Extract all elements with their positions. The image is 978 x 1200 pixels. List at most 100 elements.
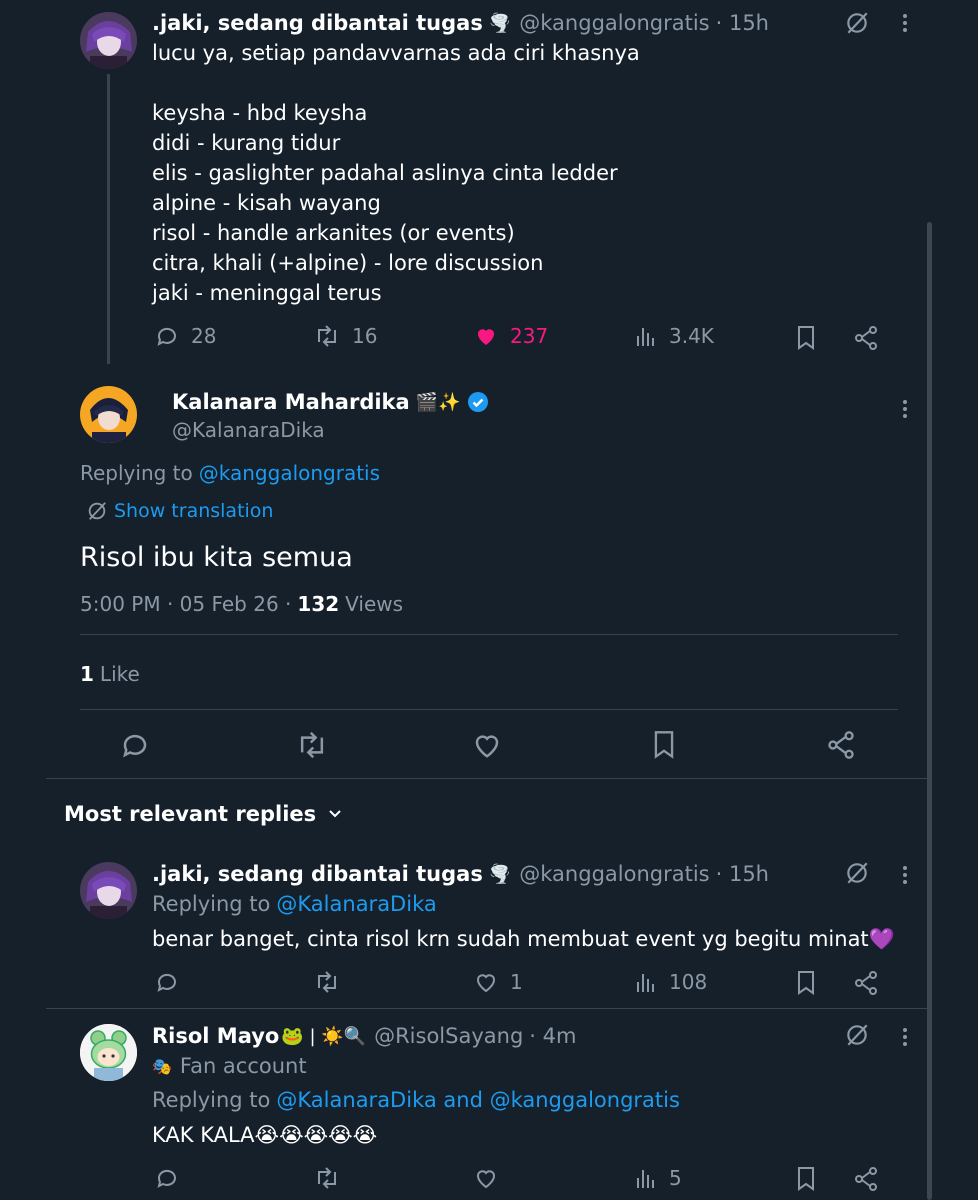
replying-to-handles[interactable]: @KalanaraDika and @kanggalongratis: [276, 1088, 680, 1112]
tweet-line: keysha - hbd keysha: [152, 101, 368, 125]
avatar[interactable]: [80, 862, 137, 919]
reply-count: 28: [191, 324, 217, 348]
retweet-icon[interactable]: [296, 730, 328, 764]
views-label: Views: [345, 592, 404, 616]
name-emoji: 🌪️: [488, 12, 512, 34]
like-button[interactable]: 1: [474, 970, 523, 994]
tweet-line: citra, khali (+alpine) - lore discussion: [152, 251, 544, 275]
scrollbar[interactable]: [927, 222, 932, 1200]
share-icon[interactable]: [853, 970, 879, 1000]
heart-icon: [477, 1170, 495, 1189]
reply-button[interactable]: [155, 970, 179, 994]
avatar-image: [80, 862, 137, 919]
author-row: Kalanara Mahardika 🎬✨: [172, 386, 489, 418]
more-options-icon[interactable]: [902, 14, 908, 35]
bookmark-icon[interactable]: [794, 970, 818, 1000]
name-emoji: 🐸 | ☀️🔍: [281, 1025, 367, 1047]
avatar-image: [80, 12, 137, 69]
author-name[interactable]: .jaki, sedang dibantai tugas: [152, 11, 483, 35]
author-handle[interactable]: @RisolSayang: [374, 1024, 523, 1048]
share-icon[interactable]: [826, 730, 856, 764]
views-button[interactable]: 3.4K: [635, 324, 714, 348]
retweet-button[interactable]: [314, 1166, 340, 1190]
reply-text: benar banget, cinta risol krn sudah memb…: [152, 927, 895, 951]
grok-icon[interactable]: [844, 860, 870, 890]
translate-icon: [88, 502, 106, 520]
chevron-down-icon: [329, 810, 341, 818]
author-name[interactable]: Kalanara Mahardika: [172, 390, 410, 414]
bookmark-icon[interactable]: [794, 1166, 818, 1196]
sort-replies-dropdown[interactable]: Most relevant replies: [64, 798, 344, 830]
divider: [80, 634, 898, 635]
author-handle[interactable]: @KalanaraDika: [172, 416, 325, 444]
fan-account-icon: 🎭: [152, 1056, 172, 1076]
reply-header: .jaki, sedang dibantai tugas 🌪️ @kanggal…: [152, 859, 769, 889]
author-handle[interactable]: @kanggalongratis: [519, 11, 709, 35]
replying-to: Replying to @KalanaraDika: [152, 889, 437, 919]
bookmark-icon[interactable]: [794, 325, 818, 355]
views-count: 132: [297, 592, 340, 616]
retweet-button[interactable]: 16: [314, 324, 377, 348]
views-count: 5: [669, 1166, 682, 1190]
like-icon[interactable]: [472, 730, 502, 764]
name-emoji: 🎬✨: [415, 391, 461, 413]
grok-icon[interactable]: [844, 10, 870, 40]
replying-prefix: Replying to: [152, 892, 271, 916]
likes-label: Like: [99, 662, 140, 686]
retweet-button[interactable]: [314, 970, 340, 994]
tweet-timestamp[interactable]: 5:00 PM · 05 Feb 26 ·: [80, 592, 291, 616]
tweet-line: risol - handle arkanites (or events): [152, 221, 515, 245]
share-icon[interactable]: [853, 325, 879, 355]
avatar[interactable]: [80, 386, 137, 443]
reply-icon: [157, 1169, 176, 1188]
show-translation-label: Show translation: [114, 500, 274, 522]
thread-line: [107, 74, 110, 364]
account-label-text: Fan account: [179, 1054, 307, 1078]
reply-button[interactable]: [155, 1166, 179, 1190]
views-count: 3.4K: [669, 324, 714, 348]
avatar[interactable]: [80, 12, 137, 69]
verified-badge-icon: [467, 392, 488, 412]
tweet-line: didi - kurang tidur: [152, 131, 341, 155]
author-name[interactable]: .jaki, sedang dibantai tugas: [152, 862, 483, 886]
timestamp[interactable]: · 15h: [716, 11, 769, 35]
reply-header: Risol Mayo 🐸 | ☀️🔍 @RisolSayang · 4m: [152, 1021, 576, 1051]
share-icon[interactable]: [853, 1166, 879, 1196]
timestamp[interactable]: · 4m: [529, 1024, 576, 1048]
tweet-meta: 5:00 PM · 05 Feb 26 · 132 Views: [80, 590, 403, 618]
views-button[interactable]: 5: [635, 1166, 682, 1190]
analytics-icon: [637, 1170, 654, 1188]
likes-count: 1: [80, 662, 94, 686]
like-count: 237: [510, 324, 549, 348]
tweet-text: Risol ibu kita semua: [80, 542, 353, 573]
reply-button[interactable]: 28: [155, 324, 216, 348]
tweet-line: lucu ya, setiap pandavvarnas ada ciri kh…: [152, 41, 640, 65]
account-label: 🎭 Fan account: [152, 1051, 307, 1081]
views-button[interactable]: 108: [635, 970, 707, 994]
divider: [80, 709, 898, 710]
reply-icon[interactable]: [120, 730, 150, 764]
more-options-icon[interactable]: [902, 866, 908, 887]
timestamp[interactable]: · 15h: [716, 862, 769, 886]
retweet-icon: [318, 971, 336, 993]
replying-to-handle[interactable]: @kanggalongratis: [199, 461, 380, 485]
like-count: 1: [510, 970, 523, 994]
like-button[interactable]: [474, 1166, 498, 1190]
replying-to-handle[interactable]: @KalanaraDika: [276, 892, 436, 916]
more-options-icon[interactable]: [902, 1028, 908, 1049]
more-options-icon[interactable]: [902, 400, 908, 421]
retweet-count: 16: [352, 324, 378, 348]
like-button[interactable]: 237: [474, 324, 548, 348]
show-translation-button[interactable]: Show translation: [86, 497, 273, 525]
author-name[interactable]: Risol Mayo: [152, 1024, 279, 1048]
analytics-icon: [637, 328, 654, 346]
reply-text: KAK KALA😭😭😭😭😭: [152, 1123, 378, 1147]
grok-icon[interactable]: [844, 1022, 870, 1052]
avatar[interactable]: [80, 1024, 137, 1081]
bookmark-icon[interactable]: [650, 730, 678, 764]
author-handle[interactable]: @kanggalongratis: [519, 862, 709, 886]
retweet-icon: [318, 1167, 336, 1189]
replying-prefix: Replying to: [152, 1088, 271, 1112]
likes-summary[interactable]: 1 Like: [80, 660, 140, 688]
name-emoji: 🌪️: [488, 863, 512, 885]
